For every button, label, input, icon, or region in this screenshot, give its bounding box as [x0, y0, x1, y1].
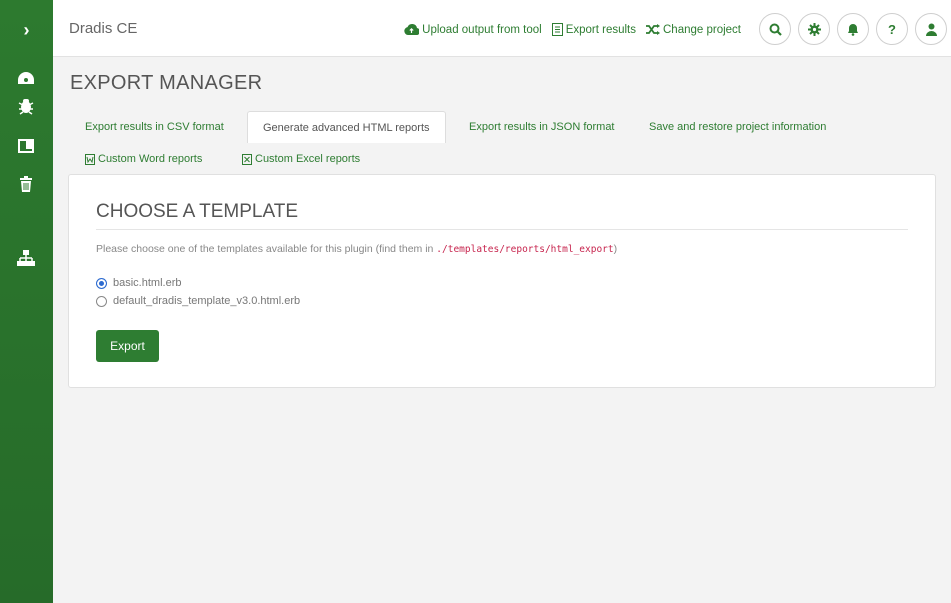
help-icon: ? — [888, 21, 896, 37]
settings-button[interactable] — [798, 13, 830, 45]
template-option-default[interactable]: default_dradis_template_v3.0.html.erb — [96, 295, 300, 307]
tab-save-restore-label: Save and restore project information — [649, 121, 827, 133]
bell-icon — [848, 23, 858, 36]
template-option-basic[interactable]: basic.html.erb — [96, 277, 181, 289]
sidebar: › — [0, 0, 53, 603]
radio-default[interactable] — [96, 295, 107, 307]
shuffle-icon — [646, 24, 660, 35]
excel-file-icon — [242, 153, 252, 165]
tab-word-reports[interactable]: Custom Word reports — [70, 143, 217, 175]
search-button[interactable] — [759, 13, 791, 45]
radio-basic[interactable] — [96, 277, 107, 289]
hint-text: Please choose one of the templates avail… — [96, 243, 434, 255]
sidebar-toggle-chevron-icon[interactable]: › — [0, 0, 53, 60]
sitemap-icon[interactable] — [16, 248, 36, 268]
hint-close: ) — [613, 243, 618, 255]
heading-divider — [96, 229, 908, 230]
template-panel: CHOOSE A TEMPLATE Please choose one of t… — [68, 174, 936, 388]
tab-excel-reports-label: Custom Excel reports — [255, 153, 361, 165]
template-option-default-label: default_dradis_template_v3.0.html.erb — [113, 295, 301, 307]
export-results-link[interactable]: Export results — [551, 23, 636, 36]
tab-csv-export[interactable]: Export results in CSV format — [70, 111, 239, 143]
word-file-icon — [85, 153, 95, 165]
export-results-label: Export results — [565, 23, 636, 36]
search-icon — [769, 23, 782, 36]
tab-html-reports[interactable]: Generate advanced HTML reports — [247, 111, 446, 143]
tab-excel-reports[interactable]: Custom Excel reports — [227, 143, 375, 175]
template-option-basic-label: basic.html.erb — [113, 277, 182, 289]
tab-csv-export-label: Export results in CSV format — [85, 121, 224, 133]
user-icon — [925, 23, 937, 36]
panel-heading: CHOOSE A TEMPLATE — [96, 201, 299, 222]
tab-save-restore[interactable]: Save and restore project information — [634, 111, 841, 143]
change-project-label: Change project — [663, 23, 741, 36]
app-brand[interactable]: Dradis CE — [69, 20, 137, 37]
export-button[interactable]: Export — [96, 330, 159, 362]
tab-json-export[interactable]: Export results in JSON format — [454, 111, 630, 143]
top-navbar: Dradis CE Upload output from tool Export… — [53, 0, 951, 57]
book-icon[interactable] — [16, 136, 36, 156]
file-export-icon — [551, 23, 563, 36]
top-icon-buttons: ? — [759, 13, 947, 45]
top-links: Upload output from tool Export results C… — [404, 23, 741, 36]
dashboard-icon[interactable] — [16, 68, 36, 88]
hint-path: ./templates/reports/html_export — [436, 244, 614, 255]
upload-output-label: Upload output from tool — [422, 23, 542, 36]
upload-output-link[interactable]: Upload output from tool — [404, 24, 542, 36]
gear-icon — [807, 22, 821, 36]
user-menu-button[interactable] — [915, 13, 947, 45]
template-hint: Please choose one of the templates avail… — [96, 243, 617, 255]
cloud-upload-icon — [404, 24, 420, 35]
tab-json-export-label: Export results in JSON format — [469, 121, 615, 133]
bug-icon[interactable] — [16, 96, 36, 116]
change-project-link[interactable]: Change project — [646, 24, 741, 36]
tab-html-reports-label: Generate advanced HTML reports — [263, 121, 430, 134]
trash-icon[interactable] — [16, 174, 36, 194]
page-title: EXPORT MANAGER — [70, 72, 263, 94]
notifications-button[interactable] — [837, 13, 869, 45]
tab-word-reports-label: Custom Word reports — [98, 153, 203, 165]
help-button[interactable]: ? — [876, 13, 908, 45]
